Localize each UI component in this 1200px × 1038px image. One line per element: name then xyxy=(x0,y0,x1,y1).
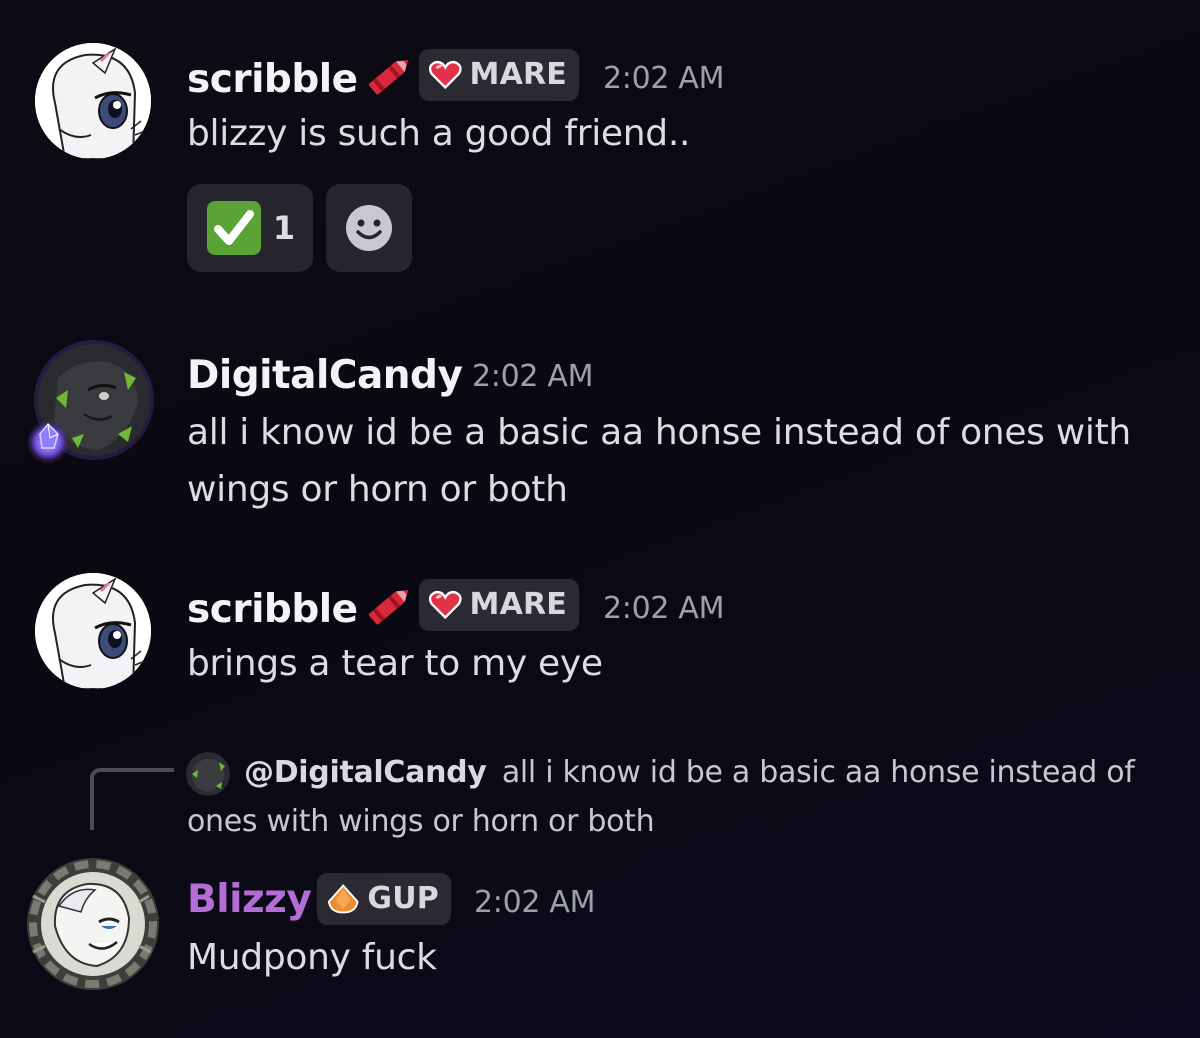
reply-avatar-digitalcandy[interactable] xyxy=(186,752,230,796)
reply-mention[interactable]: @DigitalCandy xyxy=(244,755,487,790)
pony-avatar-image xyxy=(35,43,151,159)
reaction-count: 1 xyxy=(272,209,296,247)
add-reaction-button[interactable] xyxy=(326,184,412,272)
reply-text-line-2[interactable]: ones with wings or horn or both xyxy=(187,797,655,846)
avatar-digitalcandy[interactable] xyxy=(26,338,156,466)
message-text-line-1: all i know id be a basic aa honse instea… xyxy=(187,412,1131,453)
pony-avatar-image xyxy=(35,573,151,689)
avatar-scribble[interactable] xyxy=(35,43,151,159)
role-tag-gup[interactable]: GUP xyxy=(317,873,451,925)
avatar-scribble[interactable] xyxy=(35,573,151,689)
author-name-scribble[interactable]: scribble xyxy=(187,585,416,633)
pony-avatar-image xyxy=(186,752,230,796)
timestamp[interactable]: 2:02 AM xyxy=(472,362,594,392)
pony-avatar-image xyxy=(27,858,159,990)
heart-icon xyxy=(429,60,462,90)
smile-icon xyxy=(346,205,392,251)
avatar-blizzy[interactable] xyxy=(25,856,161,992)
reply-connector xyxy=(90,768,174,830)
role-tag-label: GUP xyxy=(367,881,439,916)
white-check-mark-icon xyxy=(206,201,261,255)
timestamp[interactable]: 2:02 AM xyxy=(603,594,725,624)
reply-preview[interactable]: @DigitalCandy all i know id be a basic a… xyxy=(244,748,1135,797)
author-name-scribble[interactable]: scribble xyxy=(187,55,416,103)
reaction-check[interactable]: 1 xyxy=(187,184,313,272)
message-text: Mudpony fuck xyxy=(187,937,437,978)
author-name-blizzy[interactable]: Blizzy xyxy=(187,880,312,919)
role-tag-label: MARE xyxy=(469,587,567,622)
role-tag-mare[interactable]: MARE xyxy=(419,49,579,101)
author-name[interactable]: scribble xyxy=(187,590,358,629)
pony-avatar-image xyxy=(26,340,154,464)
role-tag-label: MARE xyxy=(469,57,567,92)
role-tag-mare[interactable]: MARE xyxy=(419,579,579,631)
message-text: brings a tear to my eye xyxy=(187,643,603,684)
message-text-line-2: wings or horn or both xyxy=(187,469,568,510)
heart-icon xyxy=(429,590,462,620)
author-name[interactable]: scribble xyxy=(187,60,358,99)
author-name-digitalcandy[interactable]: DigitalCandy xyxy=(187,356,463,395)
crayon-icon xyxy=(368,60,408,95)
message-text: blizzy is such a good friend.. xyxy=(187,113,691,154)
orange-gem-icon xyxy=(327,884,359,914)
timestamp[interactable]: 2:02 AM xyxy=(474,888,596,918)
timestamp[interactable]: 2:02 AM xyxy=(603,64,725,94)
reply-text-line-1: all i know id be a basic aa honse instea… xyxy=(501,755,1135,790)
crayon-icon xyxy=(368,590,408,625)
